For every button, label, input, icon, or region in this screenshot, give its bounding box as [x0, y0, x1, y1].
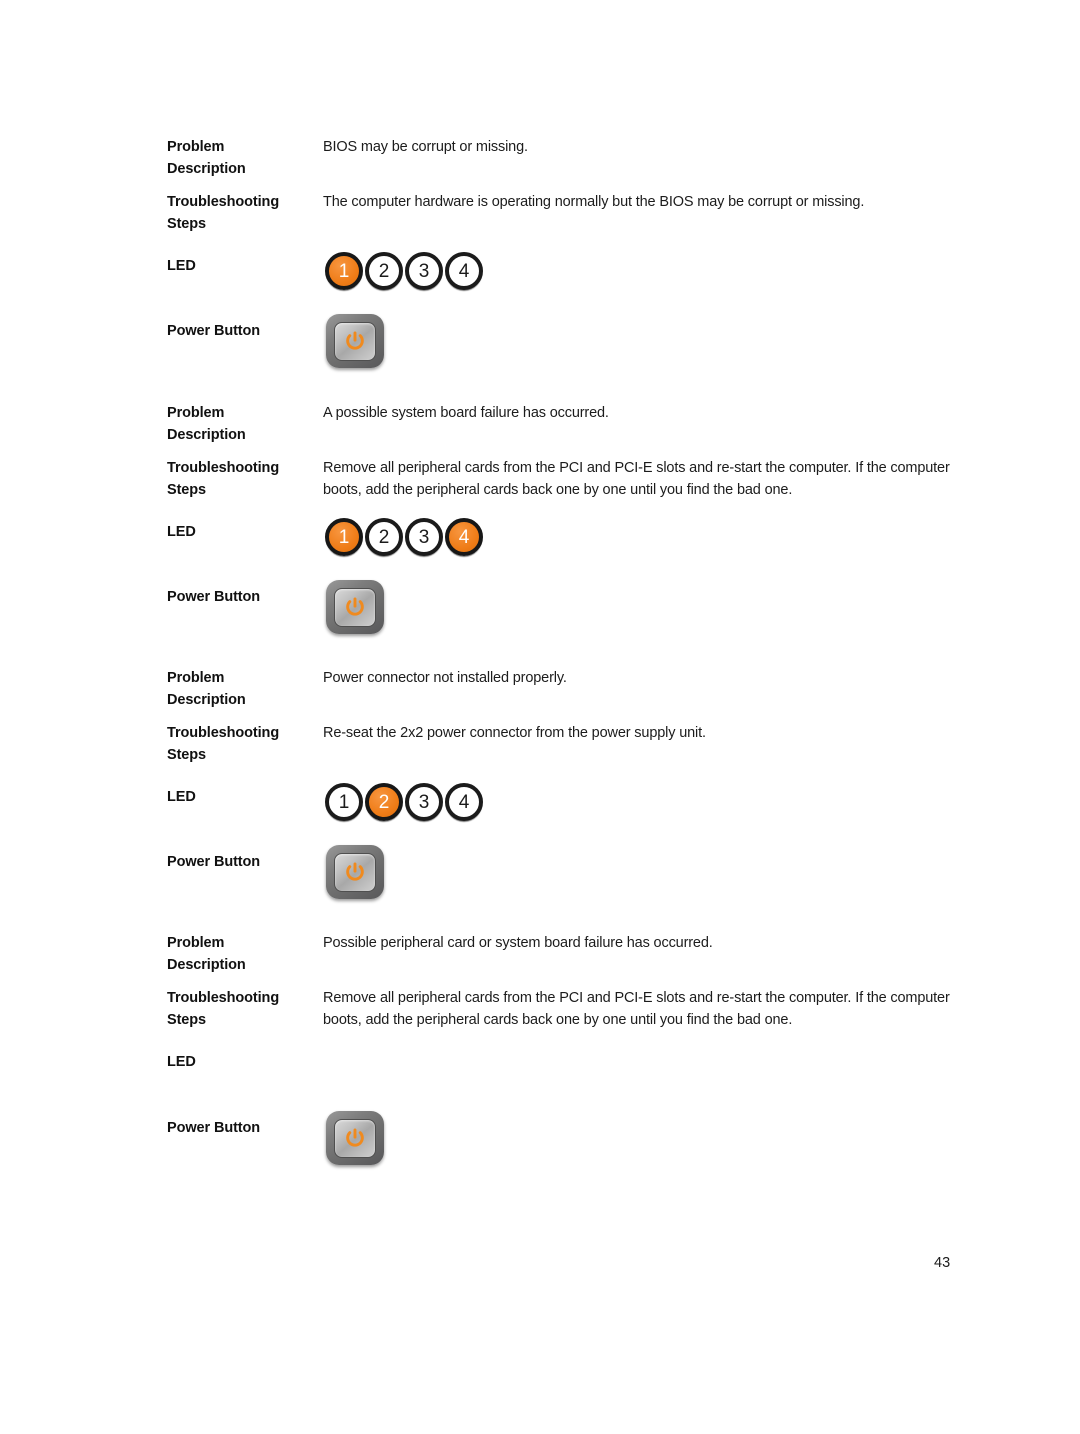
led-diagnostic-indicators: 1234: [322, 252, 967, 290]
power-button-icon: [326, 1111, 384, 1165]
power-button-graphic: [323, 845, 967, 899]
problem-description-text: Possible peripheral card or system board…: [323, 935, 713, 951]
led-indicator-2: 2: [365, 783, 403, 821]
power-button-face: [334, 321, 376, 361]
led-indicator-4: 4: [445, 518, 483, 556]
power-button-label: Power Button: [167, 854, 261, 870]
power-icon: [346, 1128, 364, 1147]
led-strip: 1234: [323, 783, 967, 821]
led-label: LED: [167, 524, 196, 540]
problem-description-row: Problem Description Power connector not …: [167, 667, 967, 711]
power-icon: [346, 597, 364, 616]
power-button-indicator: [322, 580, 967, 634]
problem-description-row: Problem Description BIOS may be corrupt …: [167, 136, 967, 180]
troubleshooting-steps-label: Troubleshooting Steps: [167, 460, 280, 498]
problem-description-label: Problem Description: [167, 405, 246, 443]
power-button-graphic: [323, 580, 967, 634]
troubleshooting-steps-row: Troubleshooting Steps Re-seat the 2x2 po…: [167, 722, 967, 766]
problem-description-label: Problem Description: [167, 670, 246, 708]
troubleshooting-steps-text: Re-seat the 2x2 power connector from the…: [323, 725, 706, 741]
power-button-indicator: [322, 314, 967, 368]
problem-description-label: Problem Description: [167, 935, 246, 973]
led-indicator-1: 1: [325, 518, 363, 556]
problem-description-text: BIOS may be corrupt or missing.: [323, 139, 528, 155]
led-strip: 1234: [323, 252, 967, 290]
power-button-row: Power Button: [167, 845, 967, 899]
troubleshooting-steps-label: Troubleshooting Steps: [167, 725, 280, 763]
led-row: LED 1234: [167, 252, 967, 290]
led-diagnostic-indicators: 1234: [322, 783, 967, 821]
troubleshooting-steps-text: Remove all peripheral cards from the PCI…: [323, 460, 950, 498]
power-button-row: Power Button: [167, 580, 967, 634]
troubleshooting-steps-text: The computer hardware is operating norma…: [323, 194, 865, 210]
problem-description-row: Problem Description A possible system bo…: [167, 402, 967, 446]
led-indicator-3: 3: [405, 518, 443, 556]
power-button-row: Power Button: [167, 314, 967, 368]
led-label: LED: [167, 1054, 196, 1070]
troubleshooting-steps-row: Troubleshooting Steps The computer hardw…: [167, 191, 967, 235]
led-indicator-4: 4: [445, 252, 483, 290]
led-indicator-3: 3: [405, 783, 443, 821]
led-indicator-2: 2: [365, 518, 403, 556]
power-icon: [346, 862, 364, 881]
problem-description-row: Problem Description Possible peripheral …: [167, 932, 967, 976]
led-label: LED: [167, 789, 196, 805]
led-diagnostic-indicators: 1234: [322, 518, 967, 556]
led-row: LED: [167, 1051, 967, 1073]
power-button-indicator: [322, 845, 967, 899]
led-row: LED 1234: [167, 518, 967, 556]
power-icon: [346, 331, 364, 350]
power-button-icon: [326, 845, 384, 899]
power-button-graphic: [323, 314, 967, 368]
troubleshooting-steps-label: Troubleshooting Steps: [167, 194, 280, 232]
power-button-face: [334, 1118, 376, 1158]
power-button-label: Power Button: [167, 1120, 261, 1136]
led-label: LED: [167, 258, 196, 274]
led-indicator-2: 2: [365, 252, 403, 290]
troubleshooting-steps-label: Troubleshooting Steps: [167, 990, 280, 1028]
page-number: 43: [934, 1255, 951, 1271]
led-indicator-1: 1: [325, 783, 363, 821]
led-indicator-1: 1: [325, 252, 363, 290]
troubleshooting-steps-row: Troubleshooting Steps Remove all periphe…: [167, 987, 967, 1031]
problem-description-label: Problem Description: [167, 139, 246, 177]
power-button-icon: [326, 314, 384, 368]
led-strip: 1234: [323, 518, 967, 556]
power-button-indicator: [322, 1111, 967, 1165]
power-button-face: [334, 852, 376, 892]
power-button-label: Power Button: [167, 589, 261, 605]
led-indicator-4: 4: [445, 783, 483, 821]
power-button-label: Power Button: [167, 323, 261, 339]
document-page: Problem Description BIOS may be corrupt …: [0, 0, 1080, 1434]
troubleshooting-steps-text: Remove all peripheral cards from the PCI…: [323, 990, 950, 1028]
power-button-face: [334, 587, 376, 627]
troubleshooting-steps-row: Troubleshooting Steps Remove all periphe…: [167, 457, 967, 501]
power-button-row: Power Button: [167, 1111, 967, 1165]
power-button-graphic: [323, 1111, 967, 1165]
led-row: LED 1234: [167, 783, 967, 821]
power-button-icon: [326, 580, 384, 634]
problem-description-text: A possible system board failure has occu…: [323, 405, 609, 421]
led-indicator-3: 3: [405, 252, 443, 290]
problem-description-text: Power connector not installed properly.: [323, 670, 567, 686]
